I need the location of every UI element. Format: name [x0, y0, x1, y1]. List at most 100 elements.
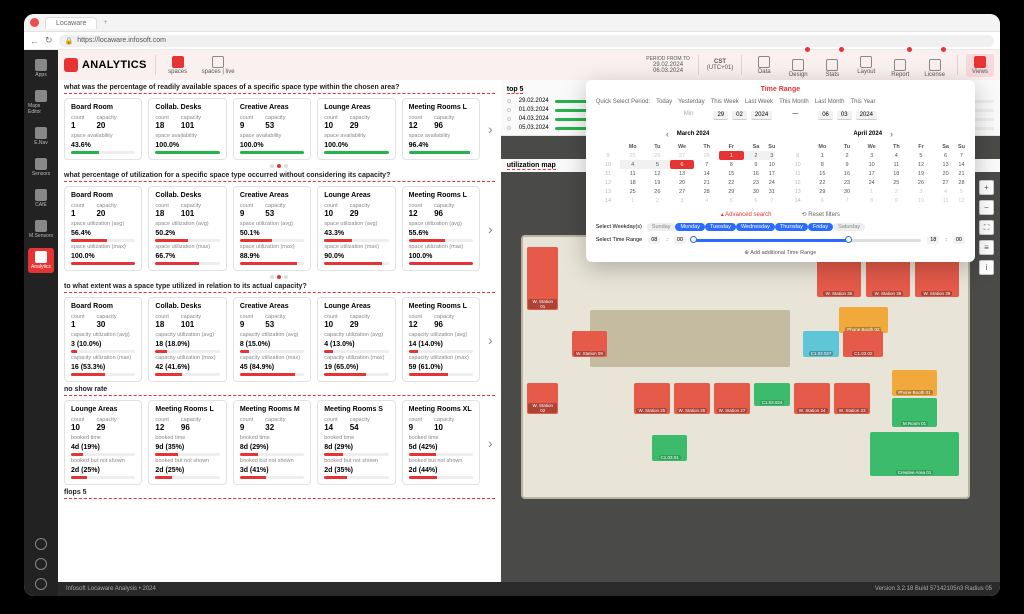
help-icon[interactable] [35, 538, 47, 550]
weekday-pill[interactable]: Tuesday [705, 223, 736, 231]
top-layout[interactable]: Layout [852, 54, 880, 77]
cal-prev[interactable]: ‹ [662, 129, 673, 139]
weekday-pill[interactable]: Thursday [775, 223, 808, 231]
nav-apps[interactable]: Apps [28, 56, 54, 81]
room[interactable]: W. Station 01 [527, 247, 558, 309]
chip-thisyear[interactable]: This Year [850, 99, 875, 105]
space-card[interactable]: Meeting Rooms XL count9 capacity10 booke… [402, 400, 480, 485]
scroll-right[interactable]: › [486, 435, 495, 451]
space-card[interactable]: Creative Areas count9 capacity53 capacit… [233, 297, 311, 382]
weekday-pill[interactable]: Sunday [647, 223, 676, 231]
nav-maps-editor[interactable]: Maps Editor [28, 87, 54, 118]
chip-today[interactable]: Today [656, 99, 672, 105]
weekday-pill[interactable]: Monday [675, 223, 705, 231]
space-card[interactable]: Collab. Desks count18 capacity101 space … [148, 186, 226, 271]
room[interactable]: W. Station 25 [634, 383, 670, 414]
add-time-range[interactable]: ⊕ Add additional Time Range [596, 250, 965, 256]
map-zoom-out[interactable]: − [979, 200, 994, 215]
browser-tab[interactable]: Locaware [45, 17, 97, 29]
new-tab-button[interactable]: + [103, 19, 107, 26]
date-from-input[interactable]: 29022024 [713, 111, 772, 120]
nav-cafe[interactable]: CAfE [28, 186, 54, 211]
space-card[interactable]: Meeting Rooms M count9 capacity32 booked… [233, 400, 311, 485]
room[interactable]: W. Station 24 [794, 383, 830, 414]
map-info[interactable]: i [979, 260, 994, 275]
tab-spaces[interactable]: spaces [164, 54, 192, 77]
space-card[interactable]: Meeting Rooms L count12 capacity96 booke… [148, 400, 226, 485]
weekday-pill[interactable]: Saturday [833, 223, 865, 231]
chip-yesterday[interactable]: Yesterday [678, 99, 704, 105]
chip-thisweek[interactable]: This Week [711, 99, 739, 105]
space-card[interactable]: Board Room count1 capacity30 capacity ut… [64, 297, 142, 382]
room[interactable]: W. Station 09 [572, 331, 608, 357]
advanced-search[interactable]: ▴ Advanced search [721, 211, 772, 218]
time-slider[interactable] [692, 239, 921, 242]
space-card[interactable]: Lounge Areas count10 capacity29 space av… [317, 98, 395, 160]
top-report[interactable]: Report [886, 51, 914, 80]
nav-enav[interactable]: E.Nav [28, 124, 54, 149]
space-card[interactable]: Creative Areas count9 capacity53 space u… [233, 186, 311, 271]
room[interactable]: Phone Booth 01 [892, 370, 937, 396]
space-card[interactable]: Board Room count1 capacity20 space avail… [64, 98, 142, 160]
scroll-right[interactable]: › [486, 221, 495, 237]
room[interactable]: M.Room 01 [892, 398, 937, 427]
room[interactable]: W. Station 26 [674, 383, 710, 414]
weekday-select: Select Weekday(s) SundayMondayTuesdayWed… [596, 224, 965, 230]
lock-icon: 🔒 [65, 37, 74, 45]
logout-icon[interactable] [35, 578, 47, 590]
cal-next[interactable]: › [886, 129, 897, 139]
chip-thismonth[interactable]: This Month [779, 99, 809, 105]
timezone[interactable]: CST (UTC+01) [707, 59, 734, 71]
q1-text: what was the percentage of readily avail… [64, 84, 495, 94]
room[interactable] [590, 310, 790, 367]
nav-sensors[interactable]: Sensors [28, 155, 54, 180]
map-fullscreen[interactable]: ⛶ [979, 220, 994, 235]
space-card[interactable]: Board Room count1 capacity20 space utili… [64, 186, 142, 271]
top-stats[interactable]: Stats [818, 51, 846, 80]
weekday-pill[interactable]: Wednesday [736, 223, 775, 231]
weekday-pill[interactable]: Friday [808, 223, 833, 231]
top-design[interactable]: Design [784, 51, 812, 80]
room[interactable]: W. Station 27 [714, 383, 750, 414]
tab-spaces-live[interactable]: spaces | live [198, 54, 239, 77]
top-license[interactable]: License [920, 51, 949, 80]
user-icon[interactable] [35, 558, 47, 570]
nav-msensors[interactable]: M.Sensors [28, 217, 54, 242]
nav-analytics[interactable]: Analytics [28, 248, 54, 273]
floorplan[interactable]: W. Station 01W. Station 35W. Station 38W… [521, 235, 970, 499]
top-views[interactable]: Views [966, 54, 994, 77]
room[interactable]: C1.03.024 [754, 383, 790, 406]
scroll-right[interactable]: › [486, 121, 495, 137]
room[interactable]: C1.03.02 [843, 331, 883, 357]
room[interactable]: Creative Area 01 [870, 432, 959, 476]
room[interactable]: W. Station 02 [527, 383, 558, 414]
space-card[interactable]: Creative Areas count9 capacity53 space a… [233, 98, 311, 160]
reload-icon[interactable]: ↻ [45, 35, 53, 46]
space-card[interactable]: Lounge Areas count10 capacity29 space ut… [317, 186, 395, 271]
space-card[interactable]: Meeting Rooms L count12 capacity96 space… [402, 186, 480, 271]
calendar-right[interactable]: April 2024› MoTuWeThFrSaSu91234567108910… [785, 126, 965, 205]
address-bar[interactable]: 🔒 https://locaware.infosoft.com [59, 35, 994, 47]
reset-filters[interactable]: ⟲ Reset filters [802, 211, 840, 218]
scroll-right[interactable]: › [486, 332, 495, 348]
calendar-left[interactable]: ‹March 2024 MoTuWeThFrSaSu92526272812310… [596, 126, 776, 205]
space-card[interactable]: Collab. Desks count18 capacity101 space … [148, 98, 226, 160]
space-card[interactable]: Lounge Areas count10 capacity29 capacity… [317, 297, 395, 382]
room[interactable]: W. Station 23 [834, 383, 870, 414]
chip-lastmonth[interactable]: Last Month [815, 99, 845, 105]
room[interactable]: C1.03.027 [803, 331, 839, 357]
space-card[interactable]: Meeting Rooms L count12 capacity96 capac… [402, 297, 480, 382]
room[interactable]: Phone Booth 02 [839, 307, 888, 333]
space-card[interactable]: Meeting Rooms L count12 capacity96 space… [402, 98, 480, 160]
top-data[interactable]: Data [750, 54, 778, 77]
space-card[interactable]: Meeting Rooms S count14 capacity54 booke… [317, 400, 395, 485]
room[interactable]: C1.03.01 [652, 435, 688, 461]
date-to-input[interactable]: 06032024 [818, 111, 877, 120]
period-display[interactable]: Period from to 29.02.202406.03.2024 [646, 56, 690, 74]
map-zoom-in[interactable]: + [979, 180, 994, 195]
map-layers[interactable]: ≡ [979, 240, 994, 255]
space-card[interactable]: Lounge Areas count10 capacity29 booked t… [64, 400, 142, 485]
space-card[interactable]: Collab. Desks count18 capacity101 capaci… [148, 297, 226, 382]
chip-lastweek[interactable]: Last Week [745, 99, 773, 105]
back-icon[interactable]: ← [30, 36, 39, 46]
